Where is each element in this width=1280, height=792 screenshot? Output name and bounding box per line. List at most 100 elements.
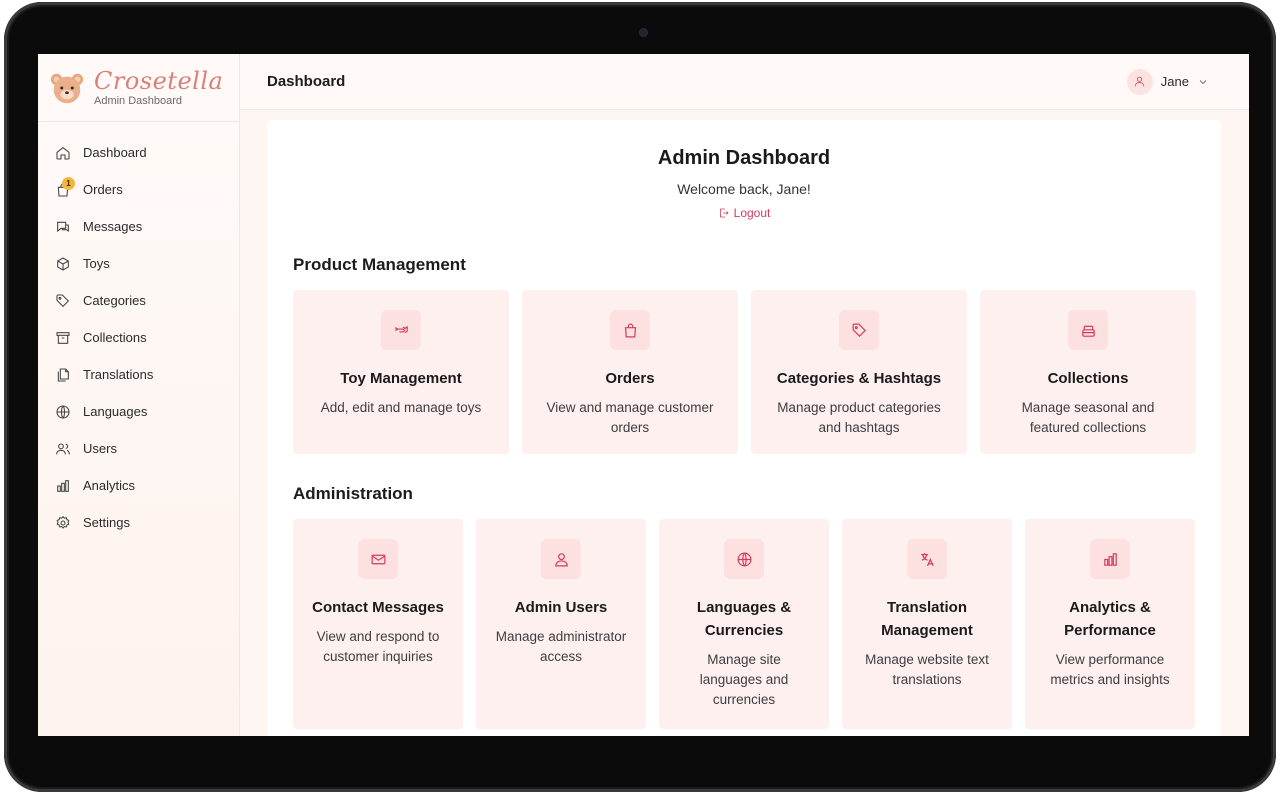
card-icon-box xyxy=(907,539,947,579)
page-title: Dashboard xyxy=(267,73,346,90)
sidebar-item-users[interactable]: Users xyxy=(38,430,239,467)
user-icon xyxy=(1135,76,1145,87)
box-icon xyxy=(57,256,69,271)
chevron-down-icon xyxy=(1199,79,1207,84)
card-title: Admin Users xyxy=(514,599,608,616)
card-icon-box xyxy=(839,310,879,350)
card-description: Manage product categories and hashtags xyxy=(777,400,941,435)
sidebar-item-label: Dashboard xyxy=(83,145,147,160)
sidebar-item-label: Translations xyxy=(83,367,154,382)
archive-icon xyxy=(56,331,70,344)
sidebar-item-orders[interactable]: 1 Orders xyxy=(38,171,239,208)
logout-link[interactable]: Logout xyxy=(267,206,1221,220)
sidebar-item-label: Languages xyxy=(83,404,148,419)
tag-icon xyxy=(852,323,866,337)
card-title: Analytics & Performance xyxy=(1064,599,1156,639)
chat-icon xyxy=(57,221,69,232)
sidebar-item-collections[interactable]: Collections xyxy=(38,319,239,356)
sidebar: Crosetella Admin Dashboard Dashboard 1 O… xyxy=(38,54,240,736)
brand-subtitle: Admin Dashboard xyxy=(94,94,183,107)
card-title: Collections xyxy=(1047,370,1129,387)
top-header: Dashboard Jane xyxy=(240,54,1249,110)
section-title-administration: Administration xyxy=(293,484,413,503)
sidebar-item-dashboard[interactable]: Dashboard xyxy=(38,134,239,171)
sidebar-item-label: Analytics xyxy=(83,478,136,493)
files-icon xyxy=(57,367,69,382)
sidebar-item-toys[interactable]: Toys xyxy=(38,245,239,282)
card-description: Manage administrator access xyxy=(495,629,627,664)
card-description: Add, edit and manage toys xyxy=(320,400,482,415)
sidebar-item-settings[interactable]: Settings xyxy=(38,504,239,541)
card-title: Orders xyxy=(605,370,655,387)
card-title: Categories & Hashtags xyxy=(776,370,942,387)
orders-count-badge: 1 xyxy=(62,177,75,190)
card-icon-box xyxy=(381,310,421,350)
card-orders[interactable]: Orders View and manage customer orders xyxy=(522,290,738,454)
toy-icon xyxy=(394,325,408,333)
welcome-text: Welcome back, Jane! xyxy=(677,181,811,197)
sidebar-item-label: Settings xyxy=(83,515,130,530)
users-icon xyxy=(56,442,70,454)
card-admin-users[interactable]: Admin Users Manage administrator access xyxy=(476,519,646,729)
sidebar-item-label: Users xyxy=(83,441,117,456)
card-icon-box xyxy=(1068,310,1108,350)
card-title: Contact Messages xyxy=(312,599,444,616)
card-icon-box xyxy=(358,539,398,579)
card-title: Translation Management xyxy=(881,599,973,639)
card-description: Manage seasonal and featured collections xyxy=(1021,400,1155,435)
sidebar-item-label: Collections xyxy=(83,330,147,345)
globe-icon xyxy=(737,552,751,566)
administration-cards: Contact Messages View and respond to cus… xyxy=(293,519,1195,729)
card-categories-hashtags[interactable]: Categories & Hashtags Manage product cat… xyxy=(751,290,967,454)
dashboard-heading: Admin Dashboard xyxy=(657,147,831,169)
home-icon xyxy=(56,146,70,160)
card-toy-management[interactable]: Toy Management Add, edit and manage toys xyxy=(293,290,509,454)
product-management-cards: Toy Management Add, edit and manage toys… xyxy=(293,290,1196,454)
sidebar-item-label: Toys xyxy=(83,256,110,271)
logout-label: Logout xyxy=(733,206,771,220)
section-title-product-management: Product Management xyxy=(293,255,466,274)
users-icon xyxy=(554,552,568,566)
card-title: Languages & Currencies xyxy=(696,599,792,639)
card-title: Toy Management xyxy=(340,370,462,387)
card-contact-messages[interactable]: Contact Messages View and respond to cus… xyxy=(293,519,463,729)
sidebar-item-label: Categories xyxy=(83,293,146,308)
camera xyxy=(640,29,647,36)
card-description: Manage website text translations xyxy=(865,652,989,687)
brand-name: Crosetella xyxy=(94,66,224,95)
shopping-bag-icon xyxy=(624,323,636,337)
sidebar-item-label: Orders xyxy=(83,182,123,197)
card-description: Manage site languages and currencies xyxy=(699,652,789,707)
sidebar-item-label: Messages xyxy=(83,219,143,234)
bar-chart-icon xyxy=(57,479,69,492)
tag-icon xyxy=(56,293,70,307)
main-content: Admin Dashboard Welcome back, Jane! Logo… xyxy=(267,120,1221,736)
card-analytics-performance[interactable]: Analytics & Performance View performance… xyxy=(1025,519,1195,729)
gear-icon xyxy=(56,515,70,529)
screen: Crosetella Admin Dashboard Dashboard 1 O… xyxy=(38,54,1249,736)
card-translation-management[interactable]: Translation Management Manage website te… xyxy=(842,519,1012,729)
mail-icon xyxy=(371,554,385,564)
card-description: View and respond to customer inquiries xyxy=(316,629,440,664)
card-icon-box xyxy=(610,310,650,350)
avatar xyxy=(1126,68,1153,95)
card-icon-box xyxy=(541,539,581,579)
sidebar-item-languages[interactable]: Languages xyxy=(38,393,239,430)
logout-icon xyxy=(719,208,729,218)
sidebar-item-messages[interactable]: Messages xyxy=(38,208,239,245)
card-languages-currencies[interactable]: Languages & Currencies Manage site langu… xyxy=(659,519,829,729)
card-icon-box xyxy=(724,539,764,579)
sidebar-nav: Dashboard 1 Orders Messages Toys Categor… xyxy=(38,122,239,541)
user-menu[interactable]: Jane xyxy=(1126,68,1209,95)
collection-icon xyxy=(1081,325,1095,337)
translate-icon xyxy=(920,552,934,566)
card-description: View performance metrics and insights xyxy=(1050,652,1170,687)
teddy-bear-logo-icon xyxy=(50,73,84,103)
brand[interactable]: Crosetella Admin Dashboard xyxy=(38,54,239,122)
sidebar-item-categories[interactable]: Categories xyxy=(38,282,239,319)
sidebar-item-analytics[interactable]: Analytics xyxy=(38,467,239,504)
user-name: Jane xyxy=(1160,74,1189,89)
card-icon-box xyxy=(1090,539,1130,579)
card-collections[interactable]: Collections Manage seasonal and featured… xyxy=(980,290,1196,454)
sidebar-item-translations[interactable]: Translations xyxy=(38,356,239,393)
